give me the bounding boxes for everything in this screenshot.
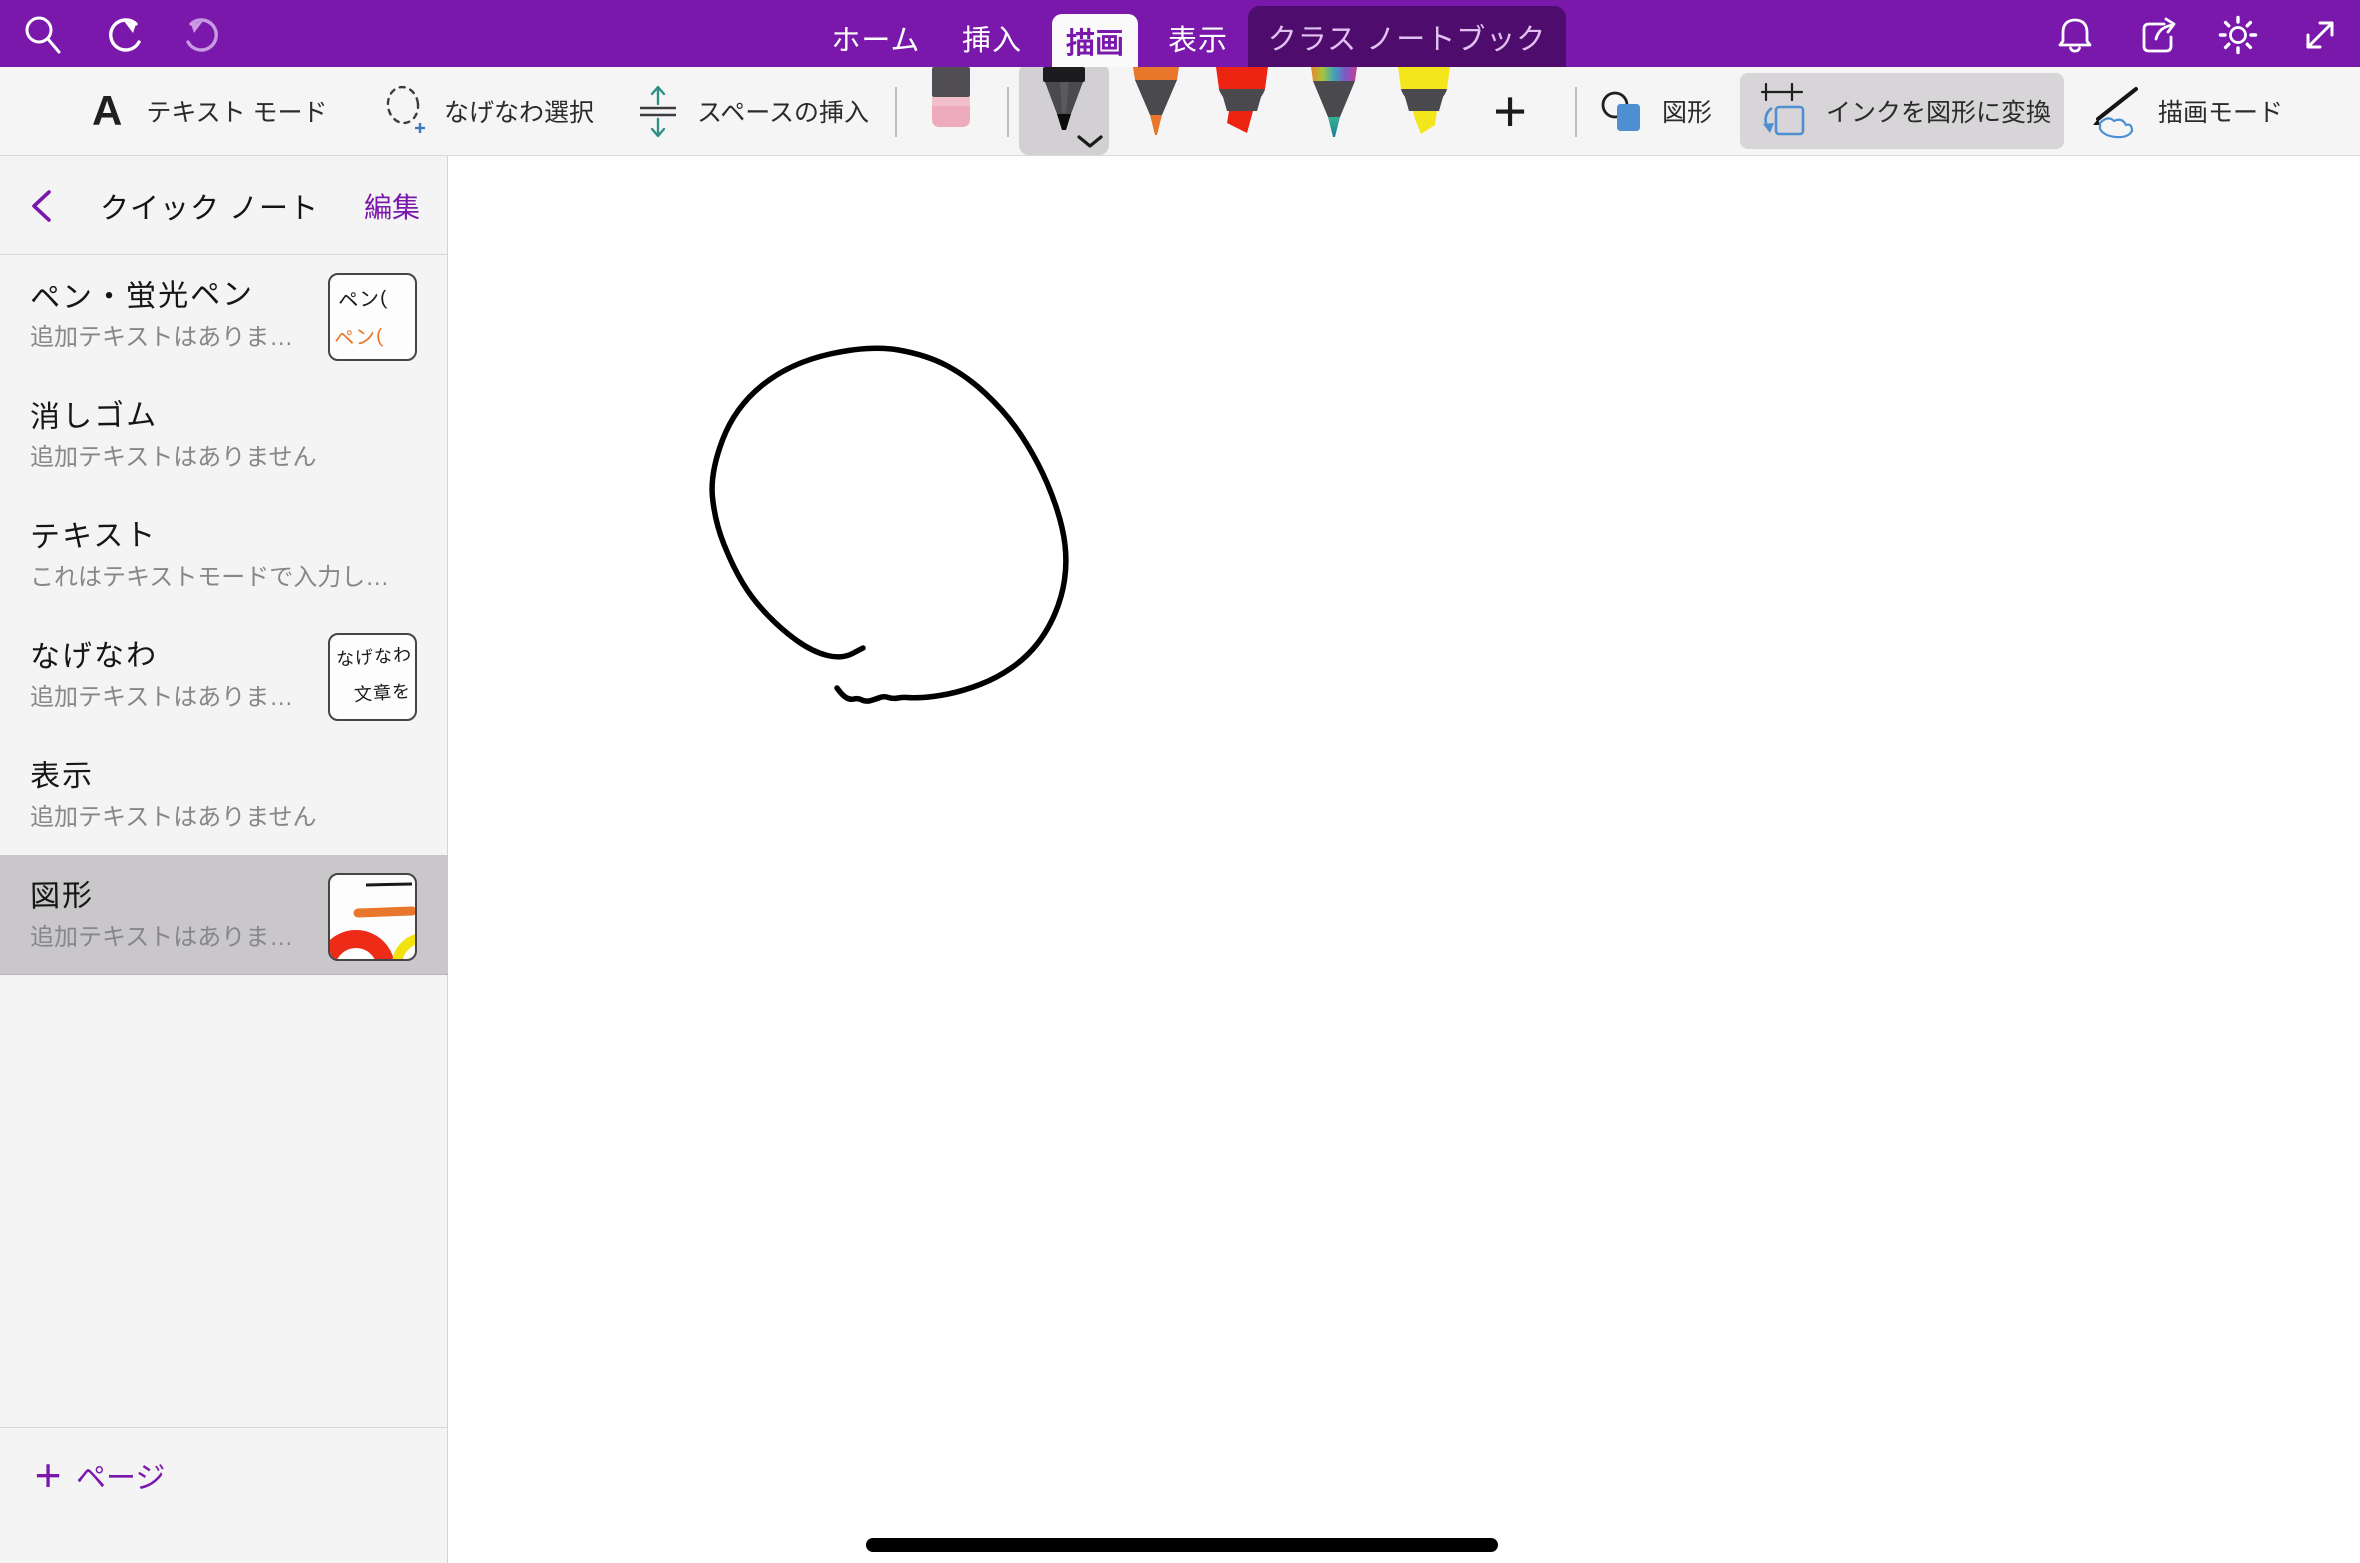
page-title-ink: ペン・蛍光ペン [30, 269, 255, 317]
page-thumbnail: ペン( ペン( [328, 273, 417, 361]
thumbnail-ink-text: ペン( [337, 281, 389, 313]
add-pen-button[interactable]: + [1480, 67, 1540, 155]
toolbar-divider [895, 87, 897, 137]
note-drawing-canvas[interactable] [449, 156, 2360, 1563]
yellow-highlighter-icon[interactable] [1393, 67, 1455, 139]
page-item-view[interactable]: 表示 追加テキストはありません [0, 735, 448, 855]
shapes-label: 図形 [1662, 93, 1712, 129]
tab-home[interactable]: ホーム [821, 0, 931, 67]
share-icon[interactable] [2136, 13, 2180, 57]
page-subtitle: これはテキストモードで入力し… [30, 557, 389, 592]
page-subtitle: 追加テキストはありません [30, 437, 317, 472]
bell-icon[interactable] [2053, 13, 2097, 57]
text-mode-button[interactable]: A テキスト モード [92, 67, 328, 155]
tab-draw-selected[interactable]: 描画 [1052, 14, 1138, 67]
orange-pen-icon[interactable] [1125, 67, 1187, 139]
text-mode-label: テキスト モード [146, 93, 327, 129]
draw-mode-button[interactable]: 描画モード [2086, 67, 2283, 155]
lasso-select-button[interactable]: なげなわ選択 [382, 67, 594, 155]
eraser-tool-icon[interactable] [931, 67, 971, 129]
insert-space-label: スペースの挿入 [697, 93, 869, 129]
insert-space-button[interactable]: スペースの挿入 [635, 67, 869, 155]
page-title-ink: 表示 [30, 750, 95, 795]
page-item-eraser[interactable]: 消しゴム 追加テキストはありません [0, 375, 448, 495]
notebook-section-title: クイック ノート [100, 156, 319, 255]
page-title-ink: テキスト [30, 510, 158, 556]
page-thumbnail [328, 873, 417, 961]
page-thumbnail: なげなわ 文章を [328, 633, 417, 721]
undo-icon[interactable] [100, 13, 144, 57]
toolbar-divider [1575, 87, 1577, 137]
thumbnail-shapes-ink [330, 875, 415, 959]
pen-options-chevron-down-icon[interactable] [1077, 135, 1103, 149]
shapes-icon [1600, 87, 1648, 135]
add-page-label: ページ [76, 1440, 165, 1510]
top-app-bar: ホーム 挿入 描画 表示 クラス ノートブック [0, 0, 2360, 67]
thumbnail-ink-text: ペン( [333, 319, 385, 351]
page-item-pen-highlighter[interactable]: ペン・蛍光ペン 追加テキストはありま… ペン( ペン( [0, 255, 448, 375]
black-pen-icon [1038, 67, 1090, 135]
shapes-button[interactable]: 図形 [1600, 67, 1712, 155]
rainbow-galaxy-pen-icon[interactable] [1303, 67, 1365, 141]
add-page-button[interactable]: + ページ [0, 1440, 448, 1510]
page-title-ink: なげなわ [30, 630, 159, 676]
page-item-shapes-selected[interactable]: 図形 追加テキストはありま… [0, 855, 448, 975]
toolbar-divider [1007, 87, 1009, 137]
page-list-sidebar: クイック ノート 編集 ペン・蛍光ペン 追加テキストはありま… ペン( ペン( … [0, 156, 448, 1563]
settings-gear-icon[interactable] [2216, 13, 2260, 57]
draw-mode-hand-pen-icon [2086, 83, 2144, 139]
plus-icon: + [26, 1440, 70, 1510]
red-highlighter-icon[interactable] [1211, 67, 1273, 139]
page-title-ink: 消しゴム [30, 390, 159, 436]
sidebar-bottom-divider [0, 1427, 448, 1428]
page-title-ink: 図形 [30, 870, 95, 915]
ink-to-shape-label: インクを図形に変換 [1826, 93, 2051, 129]
page-subtitle: 追加テキストはありま… [30, 317, 293, 352]
page-subtitle: 追加テキストはありません [30, 797, 317, 832]
redo-icon[interactable] [183, 13, 227, 57]
draw-mode-label: 描画モード [2158, 93, 2283, 129]
thumbnail-ink-text: なげなわ [335, 640, 413, 671]
page-item-text[interactable]: テキスト これはテキストモードで入力し… [0, 495, 448, 615]
search-icon[interactable] [21, 13, 65, 57]
sidebar-header: クイック ノート 編集 [0, 156, 448, 255]
onenote-app: ホーム 挿入 描画 表示 クラス ノートブック [0, 0, 2360, 1563]
draw-ribbon-toolbar: A テキスト モード なげなわ選択 スペースの挿入 [0, 67, 2360, 156]
edit-button[interactable]: 編集 [364, 156, 420, 255]
text-mode-a-icon: A [92, 87, 122, 135]
lasso-select-label: なげなわ選択 [444, 93, 594, 129]
ink-to-shape-button[interactable]: インクを図形に変換 [1740, 73, 2064, 149]
thumbnail-ink-text: 文章を [353, 677, 412, 707]
page-subtitle: 追加テキストはありま… [30, 677, 293, 712]
tab-view[interactable]: 表示 [1158, 0, 1238, 67]
lasso-icon [382, 84, 430, 138]
ink-to-shape-icon [1754, 80, 1812, 142]
insert-space-icon [635, 82, 681, 140]
tab-class-notebook[interactable]: クラス ノートブック [1248, 6, 1566, 67]
tab-insert[interactable]: 挿入 [952, 0, 1032, 67]
pen-black-selected[interactable] [1019, 63, 1109, 155]
page-subtitle: 追加テキストはありま… [30, 917, 293, 952]
back-chevron-left-icon[interactable] [28, 189, 54, 223]
home-indicator-bar[interactable] [866, 1538, 1498, 1552]
fullscreen-expand-icon[interactable] [2298, 13, 2342, 57]
page-item-lasso[interactable]: なげなわ 追加テキストはありま… なげなわ 文章を [0, 615, 448, 735]
